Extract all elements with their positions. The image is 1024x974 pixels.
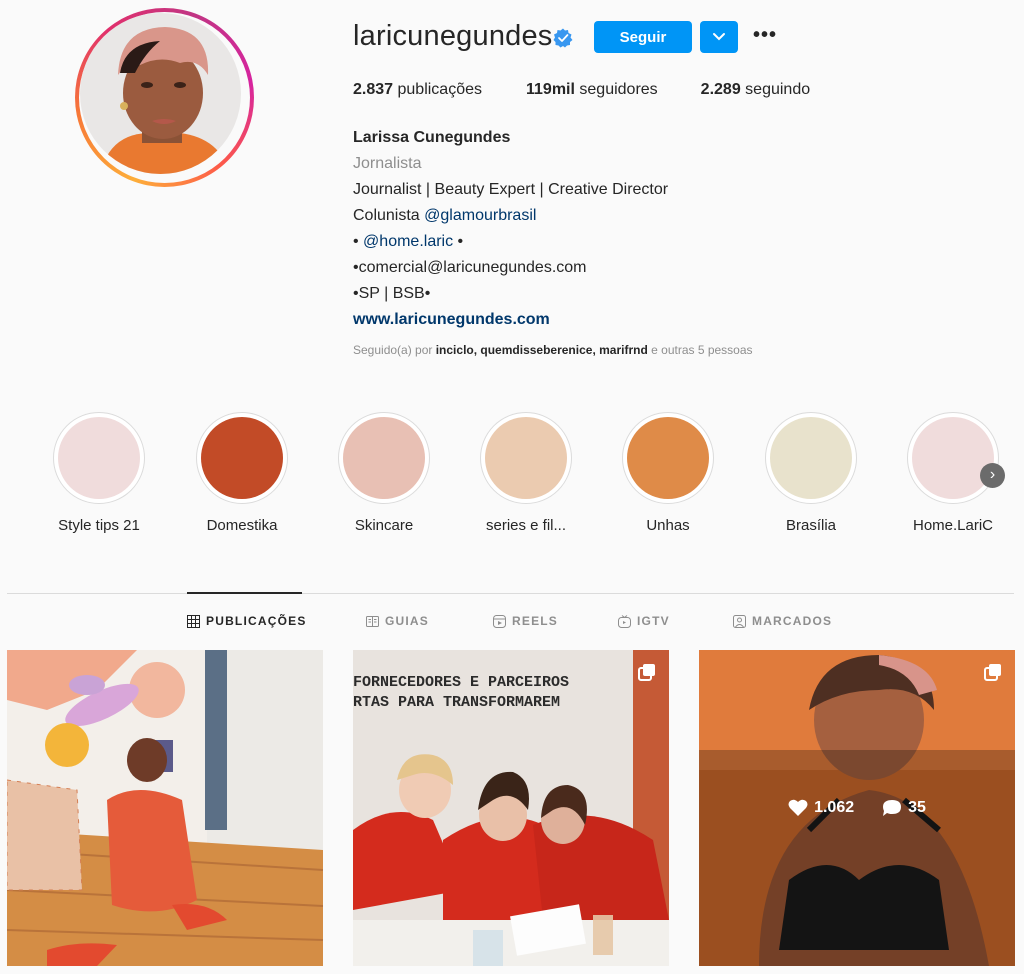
chevron-right-icon[interactable]: › (980, 463, 1005, 488)
bio-line: •SP | BSB• (353, 285, 431, 302)
follow-button[interactable]: Seguir (594, 21, 692, 53)
heart-icon (788, 799, 808, 816)
post-image (7, 650, 323, 966)
verified-badge-icon (553, 28, 573, 48)
tab-guias[interactable]: GUIAS (366, 614, 429, 628)
bio-line: • @home.laric • (353, 233, 464, 250)
highlight-item[interactable]: Brasília (765, 412, 857, 534)
highlight-label: Skincare (354, 517, 414, 534)
followers-count[interactable]: 119mil seguidores (526, 81, 658, 99)
post-thumbnail[interactable]: FORNECEDORES E PARCEIROS RTAS PARA TRANS… (353, 650, 669, 966)
website-link[interactable]: www.laricunegundes.com (353, 307, 668, 333)
mention-link[interactable]: @glamourbrasil (424, 207, 536, 224)
profile-username: laricunegundes (353, 20, 553, 52)
highlight-cover (627, 417, 709, 499)
highlight-item[interactable]: Skincare (338, 412, 430, 534)
highlight-item[interactable]: Domestika (196, 412, 288, 534)
igtv-icon (618, 614, 631, 628)
highlight-label: Unhas (646, 517, 690, 534)
post-thumbnail[interactable]: 1.062 35 (699, 650, 1015, 966)
guide-icon (366, 615, 379, 627)
highlight-label: Brasília (785, 517, 837, 534)
highlight-label: Home.LariC (912, 517, 994, 534)
chevron-down-icon (713, 33, 725, 41)
tab-publicacoes[interactable]: PUBLICAÇÕES (187, 614, 307, 628)
mention-link[interactable]: @home.laric (363, 233, 453, 250)
tab-reels[interactable]: REELS (493, 614, 558, 628)
full-name: Larissa Cunegundes (353, 129, 511, 146)
highlight-cover (201, 417, 283, 499)
highlight-label: series e fil... (485, 517, 567, 534)
tabs-divider (7, 593, 1014, 594)
tab-igtv[interactable]: IGTV (618, 614, 670, 628)
tab-marcados[interactable]: MARCADOS (733, 614, 832, 628)
grid-icon (187, 614, 200, 628)
highlight-label: Domestika (206, 517, 278, 534)
reels-icon (493, 614, 506, 628)
comments-count: 35 (882, 799, 926, 817)
multiple-photos-icon (638, 664, 655, 681)
suggestions-dropdown-button[interactable] (700, 21, 738, 53)
highlight-item[interactable]: series e fil... (480, 412, 572, 534)
highlight-item[interactable]: Style tips 21 (53, 412, 145, 534)
highlight-cover (770, 417, 852, 499)
highlight-cover (485, 417, 567, 499)
highlight-item[interactable]: Home.LariC (907, 412, 999, 534)
highlight-item[interactable]: Unhas (622, 412, 714, 534)
profile-avatar-ring[interactable] (75, 8, 254, 187)
post-sign-text: RTAS PARA TRANSFORMAREM (353, 694, 560, 711)
post-hover-stats: 1.062 35 (699, 650, 1015, 966)
bio-line: Journalist | Beauty Expert | Creative Di… (353, 181, 669, 198)
posts-count: 2.837 publicações (353, 81, 482, 98)
post-image: FORNECEDORES E PARCEIROS RTAS PARA TRANS… (353, 650, 669, 966)
highlight-cover (58, 417, 140, 499)
avatar[interactable] (80, 13, 241, 174)
tagged-icon (733, 614, 746, 628)
highlight-cover (912, 417, 994, 499)
more-options-icon[interactable]: ••• (750, 25, 780, 48)
highlight-label: Style tips 21 (58, 517, 140, 534)
bio-line: Colunista @glamourbrasil (353, 207, 537, 224)
following-count[interactable]: 2.289 seguindo (701, 81, 810, 99)
likes-count: 1.062 (788, 799, 854, 817)
profile-category: Jornalista (353, 155, 422, 172)
bio-line: •comercial@laricunegundes.com (353, 259, 587, 276)
post-thumbnail[interactable] (7, 650, 323, 966)
active-tab-indicator (187, 592, 302, 594)
profile-stats: 2.837 publicações 119mil seguidores 2.28… (353, 81, 850, 99)
highlight-cover (343, 417, 425, 499)
profile-bio: Larissa Cunegundes Jornalista Journalist… (353, 125, 668, 333)
comment-icon (883, 800, 902, 816)
post-sign-text: FORNECEDORES E PARCEIROS (353, 674, 569, 691)
followed-by[interactable]: Seguido(a) por inciclo, quemdisseberenic… (353, 343, 753, 357)
